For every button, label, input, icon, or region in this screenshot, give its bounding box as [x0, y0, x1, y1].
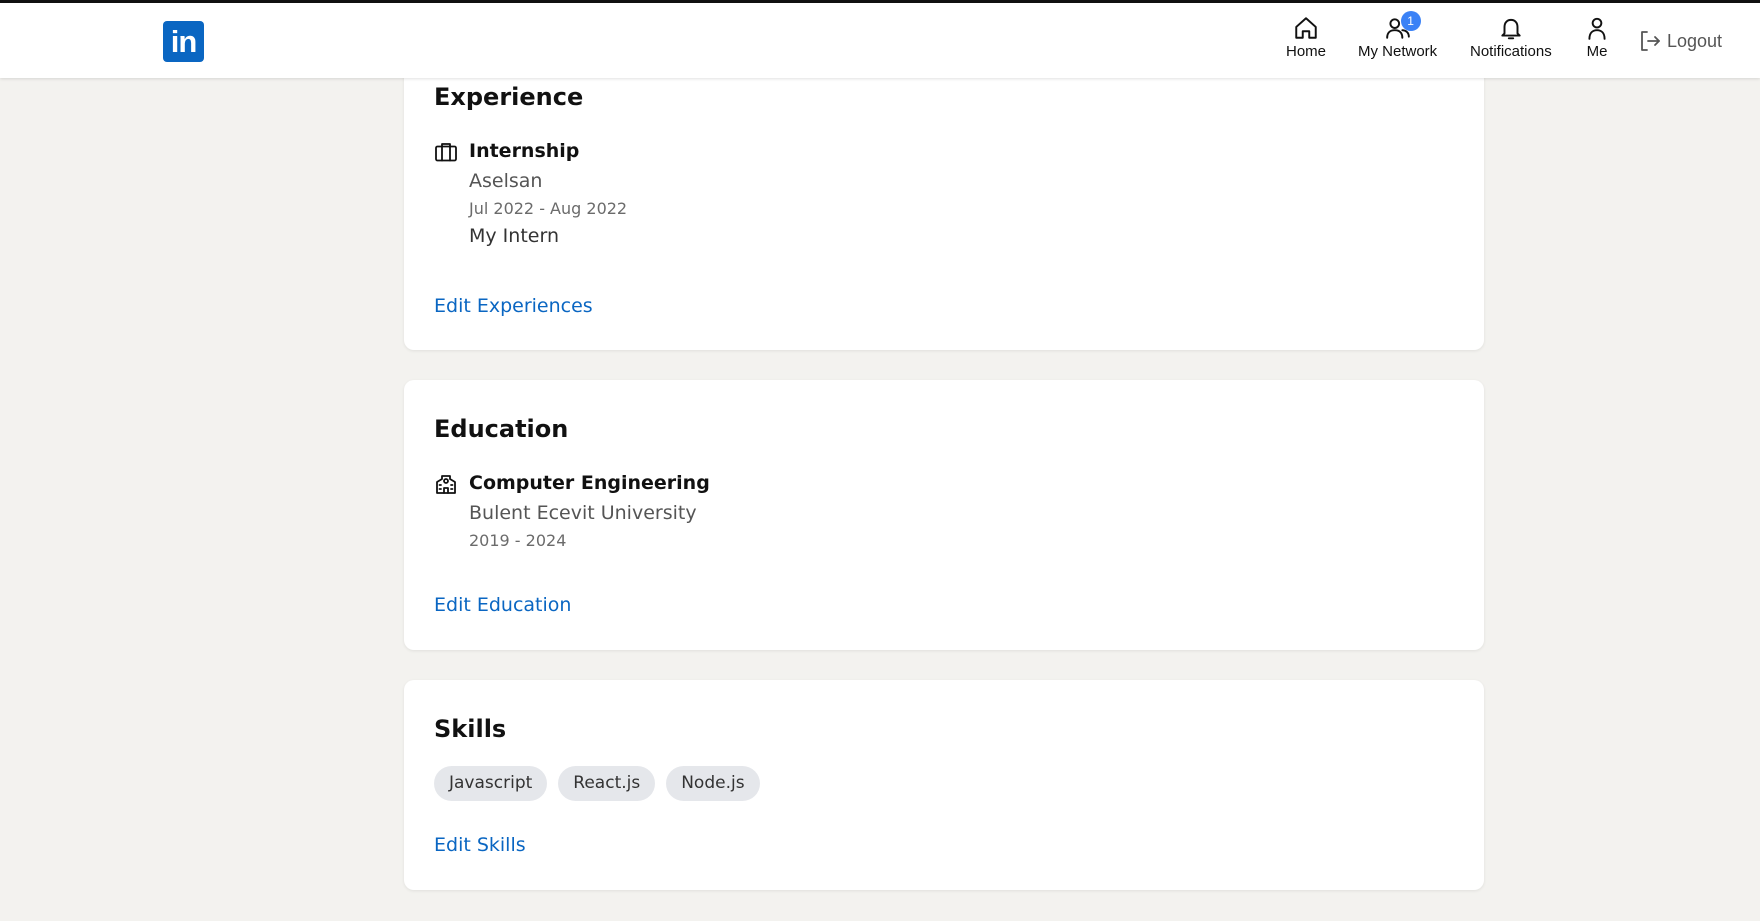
- experience-entry-description: My Intern: [469, 225, 559, 247]
- skill-chip: Node.js: [666, 766, 760, 801]
- logout-label: Logout: [1667, 30, 1723, 51]
- nav-item-notifications[interactable]: Notifications: [1470, 15, 1552, 67]
- bell-icon: [1501, 18, 1521, 40]
- nav-label-me: Me: [1586, 43, 1608, 60]
- experience-card: Experience Internship Aselsan Jul 2022 -…: [404, 48, 1484, 350]
- briefcase-icon: [435, 143, 457, 162]
- nav-item-me[interactable]: Me: [1584, 15, 1610, 67]
- nav-label-notifications: Notifications: [1470, 43, 1552, 60]
- logout-button[interactable]: Logout: [1638, 29, 1722, 53]
- nav-item-home[interactable]: Home: [1286, 15, 1326, 67]
- linkedin-logo[interactable]: in: [163, 21, 204, 62]
- user-icon: [1588, 17, 1606, 40]
- notification-count-badge: 1: [1400, 11, 1421, 31]
- nav-label-my-network: My Network: [1358, 43, 1438, 60]
- education-title: Education: [434, 415, 569, 443]
- nav-item-my-network[interactable]: 1 My Network: [1358, 11, 1438, 67]
- top-navbar: in Home 1 My Network Notifications Me Lo…: [0, 3, 1760, 78]
- skills-list: Javascript React.js Node.js: [434, 766, 760, 801]
- school-icon: [436, 475, 456, 494]
- nav-label-home: Home: [1286, 43, 1327, 60]
- experience-entry-dates: Jul 2022 - Aug 2022: [469, 199, 628, 218]
- experience-entry-title: Internship: [469, 140, 580, 162]
- edit-skills-link[interactable]: Edit Skills: [434, 834, 526, 856]
- skill-chip: Javascript: [434, 766, 548, 801]
- logout-icon: [1641, 31, 1660, 51]
- experience-title: Experience: [434, 83, 584, 111]
- education-entry-dates: 2019 - 2024: [469, 531, 567, 550]
- skills-title: Skills: [434, 715, 507, 743]
- edit-experiences-link[interactable]: Edit Experiences: [434, 295, 593, 317]
- home-icon: [1295, 17, 1317, 39]
- education-entry-title: Computer Engineering: [469, 472, 710, 494]
- skill-chip: React.js: [558, 766, 656, 801]
- education-entry-school: Bulent Ecevit University: [469, 502, 697, 524]
- edit-education-link[interactable]: Edit Education: [434, 594, 571, 616]
- experience-entry-company: Aselsan: [469, 170, 543, 192]
- education-card: Education Computer Engineering Bulent Ec…: [404, 380, 1484, 650]
- skills-card: Skills Javascript React.js Node.js Edit …: [404, 680, 1484, 890]
